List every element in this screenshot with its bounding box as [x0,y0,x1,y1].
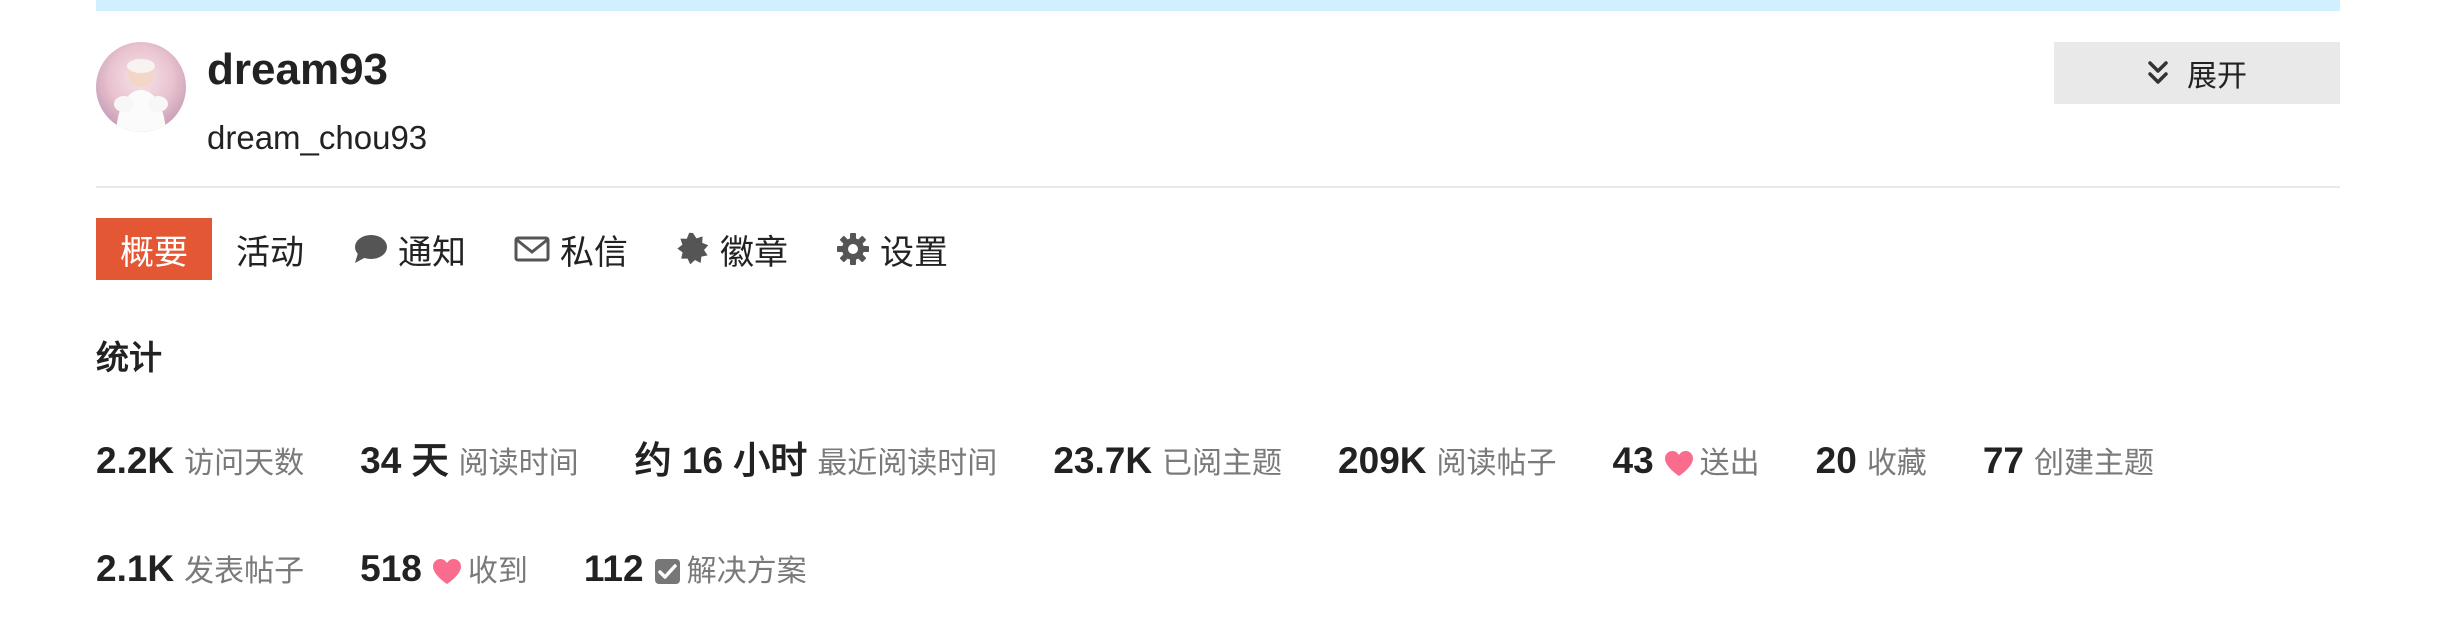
heart-icon [432,558,462,590]
stat-label: 收藏 [1866,447,1927,480]
tab-settings-label: 设置 [880,233,948,272]
tab-activity-label: 活动 [236,233,304,272]
stats-row-2: 2.1K 发表帖子 518 收到 112 解决方案 [96,546,863,590]
tab-messages-label: 私信 [560,233,628,272]
stat-label: 阅读帖子 [1436,447,1557,480]
stat-value: 112 [583,548,644,589]
stat-recent-read-time: 约 16 小时 最近阅读时间 [635,430,998,484]
stat-value: 209K [1338,440,1427,481]
tab-activity[interactable]: 活动 [212,218,328,280]
tab-notifications[interactable]: 通知 [328,218,490,280]
stat-value: 518 [360,548,422,589]
expand-button[interactable]: 展开 [2054,42,2340,104]
tab-messages[interactable]: 私信 [490,218,652,280]
stat-topics-created: 77 创建主题 [1983,438,2154,482]
stat-value: 约 16 小时 [634,440,808,481]
stat-value: 34 天 [360,440,449,481]
heart-icon [1664,450,1694,482]
tab-badges[interactable]: 徽章 [652,218,812,280]
stat-label: 阅读时间 [458,447,579,480]
stat-value: 2.2K [96,440,175,481]
stat-days-visited: 2.2K 访问天数 [96,438,304,482]
user-card-header: dream93 dream_chou93 展开 [96,42,2340,186]
tab-badges-label: 徽章 [720,233,788,272]
stat-value: 2.1K [96,548,175,589]
stat-likes-given: 43 送出 [1613,438,1760,482]
stat-solutions: 112 解决方案 [584,546,807,590]
envelope-icon [514,236,550,262]
stat-label: 最近阅读时间 [817,447,998,480]
tab-summary-label: 概要 [120,233,188,272]
stat-label: 发表帖子 [184,555,305,588]
gear-icon [837,233,869,265]
checkbox-icon [654,558,681,590]
stats-section-title: 统计 [96,339,162,376]
stat-label: 收到 [467,555,528,588]
stat-value: 43 [1612,440,1654,481]
stat-label: 访问天数 [184,447,305,480]
username: dream93 [207,45,389,94]
stat-value: 20 [1815,440,1857,481]
top-banner-strip [96,0,2340,11]
expand-button-label: 展开 [2187,60,2247,93]
stat-value: 23.7K [1053,440,1153,481]
header-divider [96,186,2340,188]
tab-summary[interactable]: 概要 [96,218,212,280]
full-name: dream_chou93 [207,119,428,156]
stat-likes-received: 518 收到 [360,546,528,590]
avatar[interactable] [96,42,186,132]
stat-value: 77 [1982,440,2024,481]
user-nav-tabs: 概要 活动 通知 私信 徽章 设置 [96,218,972,280]
tab-notifications-label: 通知 [398,233,466,272]
stat-label: 解决方案 [686,555,807,588]
stat-topics-viewed: 23.7K 已阅主题 [1053,438,1282,482]
double-chevron-down-icon [2148,61,2168,84]
stat-bookmarks: 20 收藏 [1816,438,1927,482]
comment-icon [355,235,387,263]
badge-icon [677,232,709,265]
stats-row-1: 2.2K 访问天数 34 天 阅读时间 约 16 小时 最近阅读时间 23.7K… [96,430,2210,484]
stat-posts-created: 2.1K 发表帖子 [96,546,304,590]
tab-settings[interactable]: 设置 [812,218,972,280]
stat-label: 创建主题 [2033,447,2154,480]
stat-read-time: 34 天 阅读时间 [360,430,578,484]
stat-label: 已阅主题 [1162,447,1283,480]
stat-posts-read: 209K 阅读帖子 [1338,438,1556,482]
avatar-photo [114,59,168,132]
stat-label: 送出 [1699,447,1760,480]
